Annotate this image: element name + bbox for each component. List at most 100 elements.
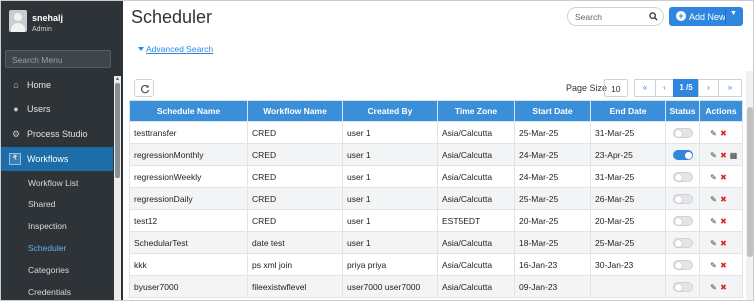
delete-icon[interactable]: ✖ xyxy=(719,261,728,270)
table-row[interactable]: regressionMonthly CRED user 1 Asia/Calcutta… xyxy=(129,143,743,166)
last-page-button[interactable]: » xyxy=(718,79,742,97)
table-row[interactable]: testtransfer CRED user 1 Asia/Calcutta 25-Ma… xyxy=(129,121,743,144)
first-page-button[interactable]: « xyxy=(634,79,656,97)
column-header[interactable]: Workflow Name xyxy=(247,100,343,122)
user-panel[interactable]: snehalj Admin xyxy=(1,1,123,41)
user-name: snehalj xyxy=(32,13,64,23)
add-new-button[interactable]: + Add New ▼ xyxy=(669,7,743,26)
filter-icon xyxy=(138,47,144,51)
sidebar-subitem-categories[interactable]: Categories xyxy=(28,265,69,275)
workflow-name-cell: date test xyxy=(247,231,343,254)
workflow-name-cell: CRED xyxy=(247,143,343,166)
sidebar-item-home[interactable]: ⌂ Home xyxy=(1,73,113,97)
sidebar-subitem-workflow-list[interactable]: Workflow List xyxy=(28,178,78,188)
edit-icon[interactable]: ✎ xyxy=(709,217,718,226)
scroll-up-icon[interactable]: ▲ xyxy=(115,76,120,82)
start-date-cell: 20-Mar-25 xyxy=(514,209,591,232)
schedule-name-cell: byuser7000 xyxy=(129,275,248,298)
edit-icon[interactable]: ✎ xyxy=(709,151,718,160)
table-row[interactable]: kkk ps xml join priya priya Asia/Calcutta 16… xyxy=(129,253,743,276)
edit-icon[interactable]: ✎ xyxy=(709,173,718,182)
status-cell xyxy=(665,275,700,298)
table-row[interactable]: regressionDaily CRED user 1 Asia/Calcutta 25… xyxy=(129,187,743,210)
edit-icon[interactable]: ✎ xyxy=(709,261,718,270)
actions-cell: ✎ ✖ xyxy=(699,275,743,298)
delete-icon[interactable]: ✖ xyxy=(719,217,728,226)
schedule-name-cell: kkk xyxy=(129,253,248,276)
time-zone-cell: Asia/Calcutta xyxy=(437,121,515,144)
sidebar-item-workflows[interactable]: ₹ Workflows xyxy=(1,147,113,171)
status-toggle[interactable] xyxy=(673,281,693,292)
advanced-search-label: Advanced Search xyxy=(146,44,214,54)
status-toggle[interactable] xyxy=(673,171,693,182)
column-header[interactable]: Time Zone xyxy=(437,100,515,122)
end-date-cell: 30-Jan-23 xyxy=(590,253,666,276)
delete-icon[interactable]: ✖ xyxy=(719,151,728,160)
next-page-button[interactable]: › xyxy=(698,79,719,97)
column-header[interactable]: End Date xyxy=(590,100,666,122)
refresh-button[interactable] xyxy=(134,79,154,97)
time-zone-cell: Asia/Calcutta xyxy=(437,187,515,210)
end-date-cell: 26-Mar-25 xyxy=(590,187,666,210)
delete-icon[interactable]: ✖ xyxy=(719,129,728,138)
sidebar-scroll-thumb[interactable] xyxy=(115,83,120,178)
edit-icon[interactable]: ✎ xyxy=(709,283,718,292)
prev-page-button[interactable]: ‹ xyxy=(655,79,674,97)
status-toggle[interactable] xyxy=(673,193,693,204)
edit-icon[interactable]: ✎ xyxy=(709,239,718,248)
end-date-cell: 20-Mar-25 xyxy=(590,209,666,232)
time-zone-cell: Asia/Calcutta xyxy=(437,143,515,166)
start-date-cell: 09-Jan-23 xyxy=(514,275,591,298)
sidebar-item-label: Users xyxy=(27,104,51,114)
column-header[interactable]: Created By xyxy=(342,100,438,122)
start-date-cell: 24-Mar-25 xyxy=(514,165,591,188)
search-placeholder: Search xyxy=(575,12,602,22)
status-toggle[interactable] xyxy=(673,215,693,226)
created-by-cell: user 1 xyxy=(342,187,438,210)
sidebar-item-label: Home xyxy=(27,80,52,90)
sidebar-subitem-scheduler[interactable]: Scheduler xyxy=(28,243,66,253)
table-row[interactable]: byuser7000 fileexistwflevel user7000 user7… xyxy=(129,275,743,298)
created-by-cell: user 1 xyxy=(342,121,438,144)
workflow-name-cell: CRED xyxy=(247,187,343,210)
table-row[interactable]: regressionWeekly CRED user 1 Asia/Calcutta 2… xyxy=(129,165,743,188)
table-row[interactable]: SchedularTest date test user 1 Asia/Calcutt… xyxy=(129,231,743,254)
actions-cell: ✎ ✖ xyxy=(699,121,743,144)
page-size-input[interactable]: 10 xyxy=(604,79,628,97)
search-input[interactable]: Search xyxy=(567,7,664,26)
content-scroll-thumb[interactable] xyxy=(747,107,753,257)
edit-icon[interactable]: ✎ xyxy=(709,129,718,138)
chevron-down-icon[interactable]: ▼ xyxy=(730,10,737,17)
delete-icon[interactable]: ✖ xyxy=(719,173,728,182)
status-toggle[interactable] xyxy=(673,127,693,138)
page-size-label: Page Size xyxy=(566,83,608,93)
add-new-label: Add New xyxy=(689,12,726,22)
status-cell xyxy=(665,121,700,144)
workflow-name-cell: CRED xyxy=(247,209,343,232)
time-zone-cell: EST5EDT xyxy=(437,209,515,232)
actions-cell: ✎ ✖ xyxy=(699,231,743,254)
delete-icon[interactable]: ✖ xyxy=(719,283,728,292)
search-menu-input[interactable]: Search Menu xyxy=(5,50,111,68)
start-date-cell: 24-Mar-25 xyxy=(514,143,591,166)
status-toggle[interactable] xyxy=(673,149,693,160)
calendar-icon[interactable]: ▦ xyxy=(729,151,738,160)
sidebar-subitem-credentials[interactable]: Credentials xyxy=(28,287,71,297)
edit-icon[interactable]: ✎ xyxy=(709,195,718,204)
sidebar-item-users[interactable]: ● Users xyxy=(1,97,113,121)
column-header[interactable]: Start Date xyxy=(514,100,591,122)
status-cell xyxy=(665,165,700,188)
column-header[interactable]: Schedule Name xyxy=(129,100,248,122)
delete-icon[interactable]: ✖ xyxy=(719,195,728,204)
status-toggle[interactable] xyxy=(673,237,693,248)
time-zone-cell: Asia/Calcutta xyxy=(437,275,515,298)
search-icon[interactable] xyxy=(649,12,658,21)
advanced-search-link[interactable]: Advanced Search xyxy=(138,44,213,54)
status-cell xyxy=(665,209,700,232)
sidebar-item-process-studio[interactable]: ⚙ Process Studio xyxy=(1,122,113,146)
sidebar-subitem-inspection[interactable]: Inspection xyxy=(28,221,67,231)
status-toggle[interactable] xyxy=(673,259,693,270)
table-row[interactable]: test12 CRED user 1 EST5EDT 20-Mar-25 20-Mar-2… xyxy=(129,209,743,232)
sidebar-subitem-shared[interactable]: Shared xyxy=(28,199,55,209)
delete-icon[interactable]: ✖ xyxy=(719,239,728,248)
